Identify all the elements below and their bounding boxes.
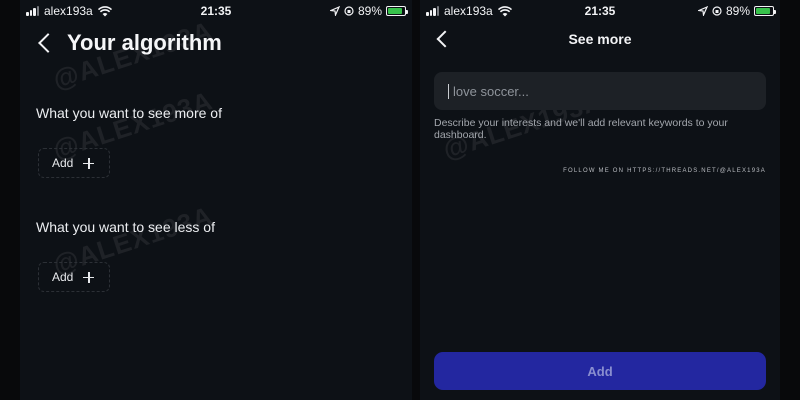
helper-text: Describe your interests and we'll add re… — [434, 117, 728, 141]
middle-gutter — [412, 0, 420, 400]
location-icon — [329, 6, 340, 16]
battery-percent: 89% — [725, 4, 750, 18]
battery-percent: 89% — [357, 4, 382, 18]
add-label: Add — [52, 270, 74, 284]
add-see-less-button[interactable]: Add — [38, 262, 110, 292]
interests-input[interactable]: love soccer... — [434, 72, 766, 110]
orientation-lock-icon — [712, 6, 722, 16]
battery-fill — [756, 8, 771, 14]
battery-icon — [386, 6, 408, 16]
status-bar: alex193a 21:35 89% — [20, 0, 412, 22]
status-right: 89% — [329, 4, 408, 18]
back-chevron-icon[interactable] — [38, 32, 52, 54]
add-see-more-button[interactable]: Add — [38, 148, 110, 178]
status-bar: alex193a 21:35 89% — [420, 0, 780, 22]
input-placeholder: love soccer... — [453, 83, 529, 99]
battery-fill — [388, 8, 403, 14]
credit-text: FOLLOW ME ON HTTPS://THREADS.NET/@ALEX19… — [563, 168, 766, 174]
plus-icon — [83, 271, 95, 283]
add-button[interactable]: Add — [434, 352, 766, 390]
plus-icon — [83, 157, 95, 169]
add-label: Add — [52, 156, 74, 170]
left-gutter — [0, 0, 20, 400]
see-more-screen: alex193a 21:35 89% See more @ALEX193A lo… — [420, 0, 780, 400]
add-button-label: Add — [587, 363, 613, 379]
see-more-heading: What you want to see more of — [36, 105, 222, 121]
location-icon — [697, 6, 708, 16]
text-caret — [448, 83, 449, 99]
status-right: 89% — [697, 4, 776, 18]
battery-icon — [754, 6, 776, 16]
see-less-heading: What you want to see less of — [36, 219, 215, 235]
orientation-lock-icon — [344, 6, 354, 16]
right-gutter — [780, 0, 800, 400]
page-title: See more — [568, 31, 632, 47]
your-algorithm-screen: alex193a 21:35 89% Your algorithm @ALEX1… — [20, 0, 412, 400]
page-title: Your algorithm — [67, 30, 222, 55]
